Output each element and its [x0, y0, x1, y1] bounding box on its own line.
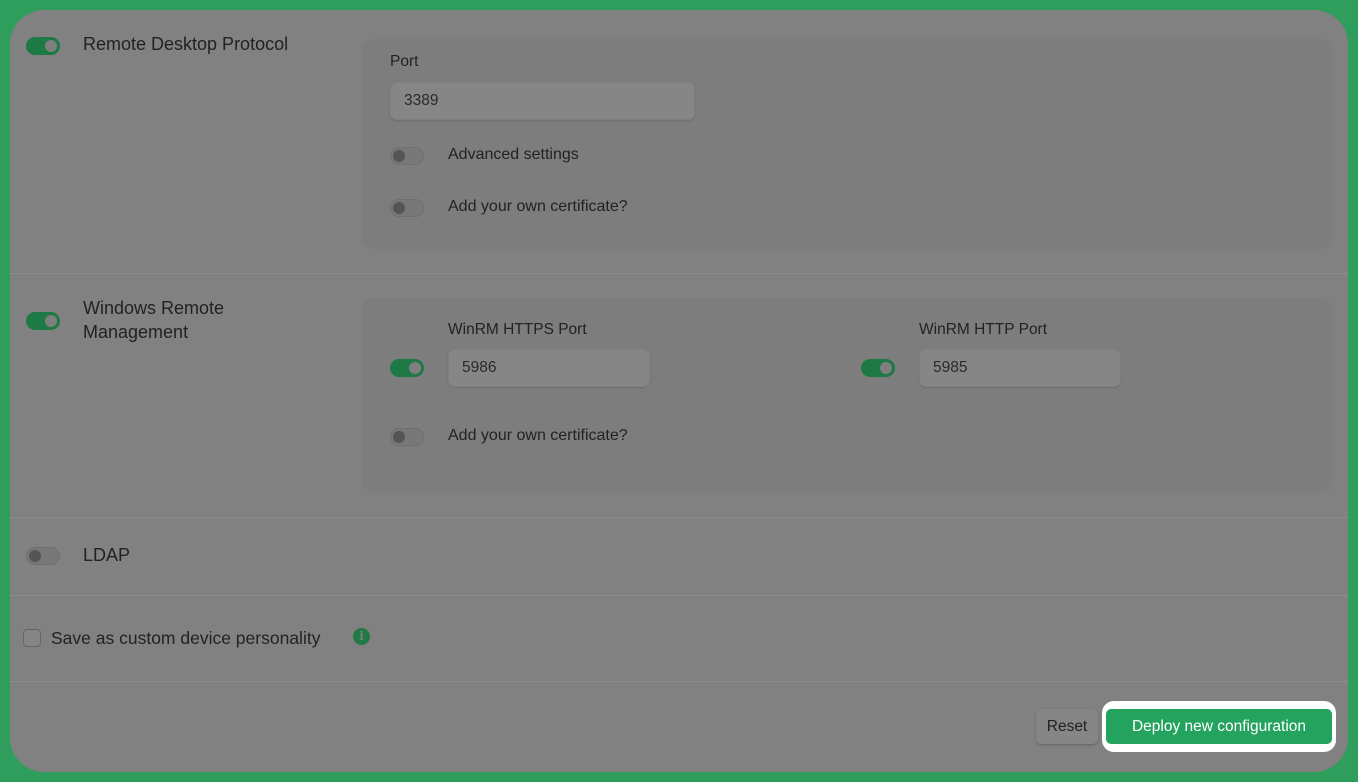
winrm-section-label-line2: Management — [83, 322, 189, 342]
winrm-https-port-label: WinRM HTTPS Port — [448, 321, 587, 338]
reset-button[interactable]: Reset — [1036, 709, 1098, 744]
winrm-https-toggle[interactable] — [390, 359, 424, 377]
winrm-http-port-label: WinRM HTTP Port — [919, 321, 1048, 338]
custom-personality-checkbox[interactable] — [23, 629, 41, 647]
custom-personality-label: Save as custom device personality — [51, 628, 321, 648]
winrm-certificate-toggle[interactable] — [390, 428, 424, 446]
section-divider — [10, 595, 1348, 596]
winrm-section-label-line1: Windows Remote — [83, 298, 225, 318]
rdp-advanced-label: Advanced settings — [448, 146, 579, 163]
rdp-certificate-toggle[interactable] — [390, 199, 424, 217]
rdp-certificate-label: Add your own certificate? — [448, 198, 628, 215]
rdp-advanced-toggle[interactable] — [390, 147, 424, 165]
deploy-configuration-button[interactable]: Deploy new configuration — [1106, 709, 1332, 744]
rdp-port-label: Port — [390, 53, 419, 70]
rdp-settings-card — [362, 39, 1332, 249]
winrm-toggle[interactable] — [26, 312, 60, 330]
winrm-http-port-input[interactable]: 5985 — [919, 349, 1121, 387]
section-divider — [10, 517, 1348, 518]
info-icon[interactable]: i — [353, 628, 370, 645]
section-divider — [10, 273, 1348, 274]
winrm-https-port-input[interactable]: 5986 — [448, 349, 650, 387]
winrm-http-toggle[interactable] — [861, 359, 895, 377]
ldap-section-label: LDAP — [83, 545, 131, 565]
rdp-toggle[interactable] — [26, 37, 60, 55]
winrm-certificate-label: Add your own certificate? — [448, 427, 628, 444]
ldap-toggle[interactable] — [26, 547, 60, 565]
settings-panel: Remote Desktop Protocol Port 3389 Advanc… — [10, 10, 1348, 772]
rdp-port-input[interactable]: 3389 — [390, 82, 695, 120]
section-divider — [10, 681, 1348, 682]
rdp-section-label: Remote Desktop Protocol — [83, 34, 289, 54]
